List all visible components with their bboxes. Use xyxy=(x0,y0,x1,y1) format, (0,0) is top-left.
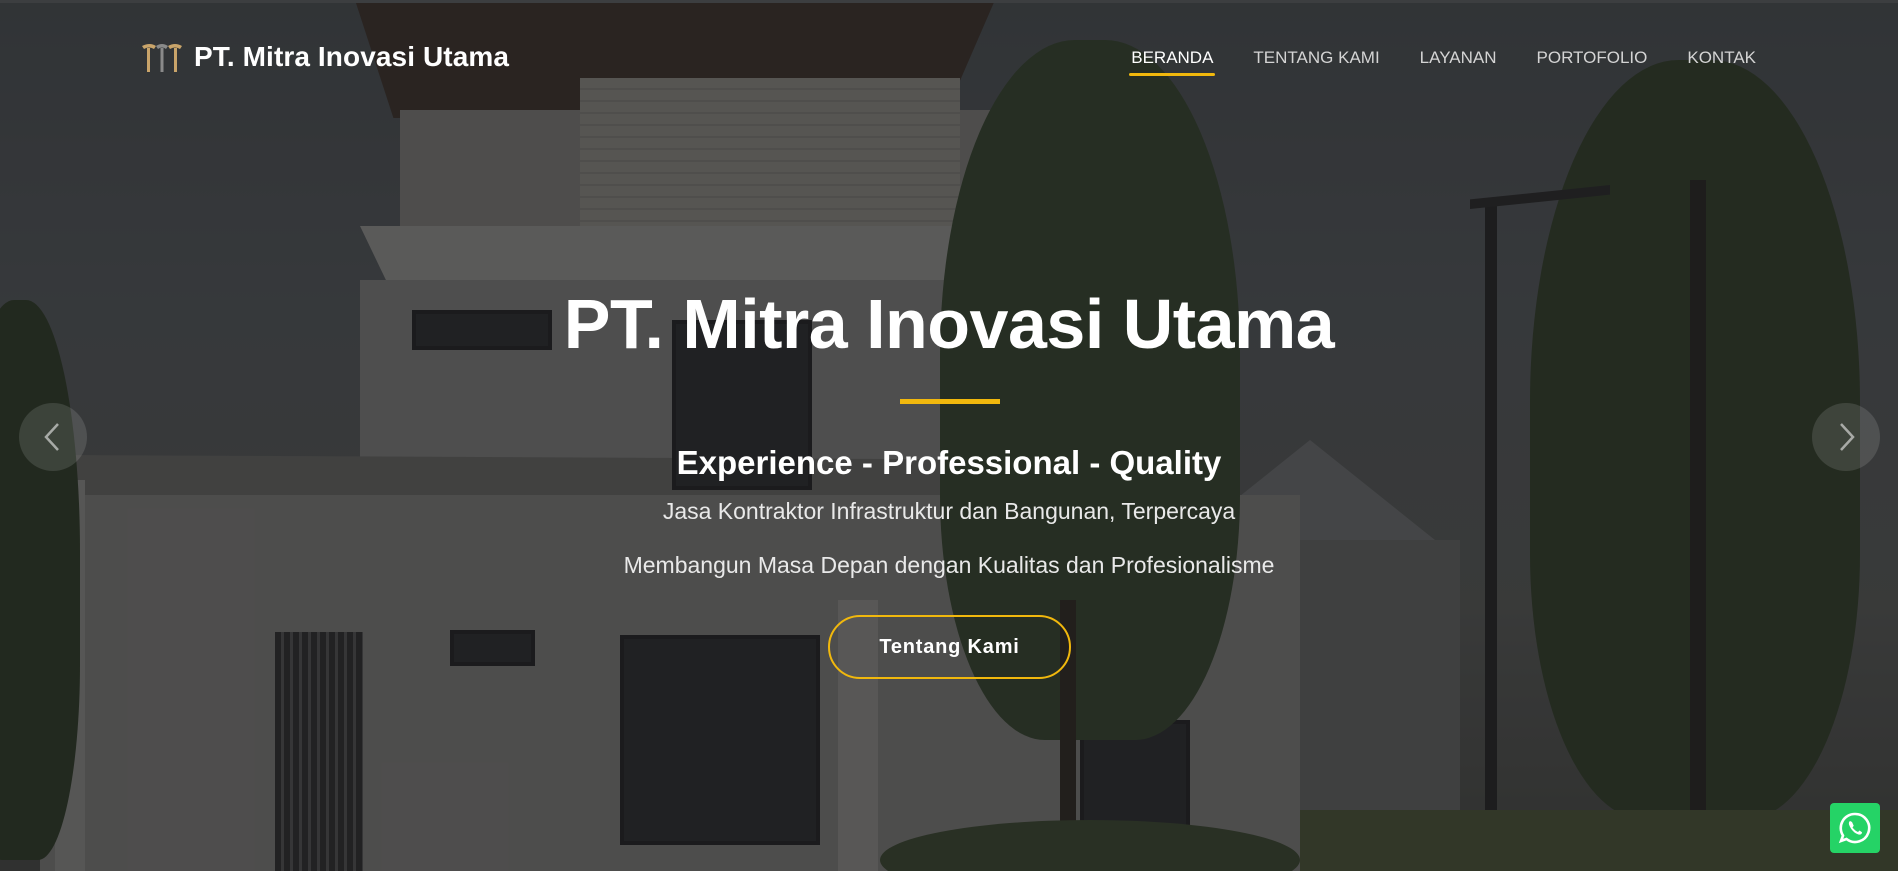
hero-description: Membangun Masa Depan dengan Kualitas dan… xyxy=(623,552,1275,578)
hero-subtitle: Jasa Kontraktor Infrastruktur dan Bangun… xyxy=(662,498,1236,524)
whatsapp-button[interactable] xyxy=(1830,803,1880,853)
nav-item-beranda[interactable]: BERANDA xyxy=(1129,48,1216,76)
brand-link[interactable]: PT. Mitra Inovasi Utama xyxy=(140,40,509,74)
brand-name: PT. Mitra Inovasi Utama xyxy=(194,41,510,72)
whatsapp-icon xyxy=(1838,812,1871,844)
title-divider xyxy=(900,399,1000,404)
site-header: PT. Mitra Inovasi Utama BERANDA TENTANG … xyxy=(0,0,1898,120)
dark-overlay xyxy=(0,0,1898,871)
nav-item-layanan[interactable]: LAYANAN xyxy=(1420,48,1497,76)
hero-tagline: Experience - Professional - Quality xyxy=(676,444,1222,481)
chevron-right-icon xyxy=(1840,423,1855,451)
nav-item-portofolio[interactable]: PORTOFOLIO xyxy=(1537,48,1648,76)
nav-item-kontak[interactable]: KONTAK xyxy=(1687,48,1756,76)
carousel-next-button[interactable] xyxy=(1812,403,1880,471)
hero-title: PT. Mitra Inovasi Utama xyxy=(563,285,1335,363)
hero-background xyxy=(0,0,1898,871)
main-nav: BERANDA TENTANG KAMI LAYANAN PORTOFOLIO … xyxy=(1091,48,1756,76)
carousel-prev-button[interactable] xyxy=(19,403,87,471)
building-pillars-logo-icon xyxy=(142,44,182,72)
tentang-kami-button[interactable]: Tentang Kami xyxy=(828,615,1071,679)
chevron-left-icon xyxy=(44,423,59,451)
nav-item-tentang-kami[interactable]: TENTANG KAMI xyxy=(1253,48,1379,76)
